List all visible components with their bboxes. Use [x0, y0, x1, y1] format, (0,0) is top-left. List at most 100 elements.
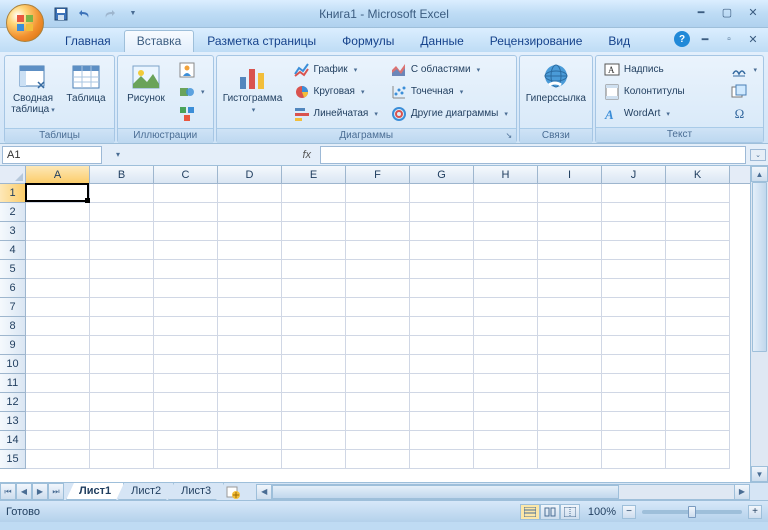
cell[interactable]: [538, 374, 602, 393]
cell[interactable]: [90, 203, 154, 222]
header-footer-button[interactable]: Колонтитулы: [599, 81, 726, 102]
tab-home[interactable]: Главная: [52, 30, 124, 52]
cell[interactable]: [666, 412, 730, 431]
horizontal-scrollbar-thumb[interactable]: [272, 485, 618, 499]
cell[interactable]: [154, 203, 218, 222]
cell[interactable]: [154, 336, 218, 355]
cell[interactable]: [666, 184, 730, 203]
restore-workbook-button[interactable]: ▫: [720, 31, 738, 47]
cell[interactable]: [602, 431, 666, 450]
cell[interactable]: [90, 298, 154, 317]
cell[interactable]: [538, 431, 602, 450]
textbox-button[interactable]: AНадпись: [599, 59, 726, 80]
cell[interactable]: [410, 336, 474, 355]
cell[interactable]: [410, 222, 474, 241]
cell[interactable]: [218, 279, 282, 298]
row-header-13[interactable]: 13: [0, 412, 25, 431]
vertical-scrollbar-track[interactable]: [751, 182, 768, 466]
row-header-8[interactable]: 8: [0, 317, 25, 336]
cell[interactable]: [218, 184, 282, 203]
cell[interactable]: [218, 260, 282, 279]
cell[interactable]: [90, 279, 154, 298]
cell[interactable]: [602, 203, 666, 222]
cell[interactable]: [410, 298, 474, 317]
cell[interactable]: [218, 431, 282, 450]
office-button[interactable]: [6, 4, 48, 46]
cell[interactable]: [538, 241, 602, 260]
cell[interactable]: [26, 431, 90, 450]
row-header-12[interactable]: 12: [0, 393, 25, 412]
cell[interactable]: [602, 298, 666, 317]
cell[interactable]: [474, 431, 538, 450]
cell[interactable]: [346, 393, 410, 412]
pie-chart-button[interactable]: Круговая▾: [289, 81, 383, 102]
cell[interactable]: [154, 355, 218, 374]
prev-sheet-button[interactable]: ◀: [16, 483, 32, 500]
cell[interactable]: [346, 412, 410, 431]
cell[interactable]: [666, 374, 730, 393]
cell[interactable]: [26, 241, 90, 260]
sheet-tab-1[interactable]: Лист1: [66, 483, 124, 500]
cell[interactable]: [666, 317, 730, 336]
cell[interactable]: [474, 222, 538, 241]
cell[interactable]: [346, 317, 410, 336]
insert-function-button[interactable]: fx: [296, 149, 318, 161]
cell[interactable]: [218, 450, 282, 469]
cell[interactable]: [218, 355, 282, 374]
new-sheet-button[interactable]: [222, 484, 244, 500]
cell[interactable]: [666, 203, 730, 222]
cell[interactable]: [282, 450, 346, 469]
cell[interactable]: [218, 298, 282, 317]
row-header-9[interactable]: 9: [0, 336, 25, 355]
row-header-6[interactable]: 6: [0, 279, 25, 298]
cell[interactable]: [474, 412, 538, 431]
bar-chart-button[interactable]: Линейчатая▾: [289, 103, 383, 124]
cell[interactable]: [26, 203, 90, 222]
cell[interactable]: [90, 431, 154, 450]
cell[interactable]: [154, 298, 218, 317]
row-header-3[interactable]: 3: [0, 222, 25, 241]
cell[interactable]: [282, 412, 346, 431]
row-header-1[interactable]: 1: [0, 184, 25, 203]
cell[interactable]: [474, 450, 538, 469]
cell[interactable]: [538, 317, 602, 336]
cell[interactable]: [346, 336, 410, 355]
cell[interactable]: [346, 184, 410, 203]
cell[interactable]: [602, 184, 666, 203]
cell[interactable]: [218, 317, 282, 336]
scatter-chart-button[interactable]: Точечная▾: [386, 81, 513, 102]
cell[interactable]: [282, 374, 346, 393]
tab-formulas[interactable]: Формулы: [329, 30, 407, 52]
cell[interactable]: [154, 184, 218, 203]
hyperlink-button[interactable]: Гиперссылка: [523, 59, 589, 125]
minimize-workbook-button[interactable]: ━: [696, 31, 714, 47]
cell[interactable]: [154, 317, 218, 336]
cell[interactable]: [346, 355, 410, 374]
cell[interactable]: [346, 241, 410, 260]
smartart-button[interactable]: [174, 103, 210, 124]
tab-insert[interactable]: Вставка: [124, 30, 195, 52]
shapes-button[interactable]: ▾: [174, 81, 210, 102]
cell[interactable]: [90, 412, 154, 431]
table-button[interactable]: Таблица: [61, 59, 111, 125]
cell[interactable]: [410, 374, 474, 393]
cell[interactable]: [666, 355, 730, 374]
cell[interactable]: [26, 355, 90, 374]
cell[interactable]: [282, 317, 346, 336]
cell[interactable]: [602, 279, 666, 298]
column-header-B[interactable]: B: [90, 166, 154, 183]
column-header-K[interactable]: K: [666, 166, 730, 183]
cell[interactable]: [26, 374, 90, 393]
cell[interactable]: [666, 336, 730, 355]
cell[interactable]: [154, 222, 218, 241]
cell[interactable]: [154, 450, 218, 469]
cell[interactable]: [26, 412, 90, 431]
cell[interactable]: [474, 184, 538, 203]
cell[interactable]: [410, 203, 474, 222]
pivot-table-button[interactable]: Сводная таблица▾: [8, 59, 58, 125]
cell[interactable]: [474, 317, 538, 336]
cell[interactable]: [26, 298, 90, 317]
cell[interactable]: [90, 184, 154, 203]
column-header-H[interactable]: H: [474, 166, 538, 183]
cell[interactable]: [346, 374, 410, 393]
